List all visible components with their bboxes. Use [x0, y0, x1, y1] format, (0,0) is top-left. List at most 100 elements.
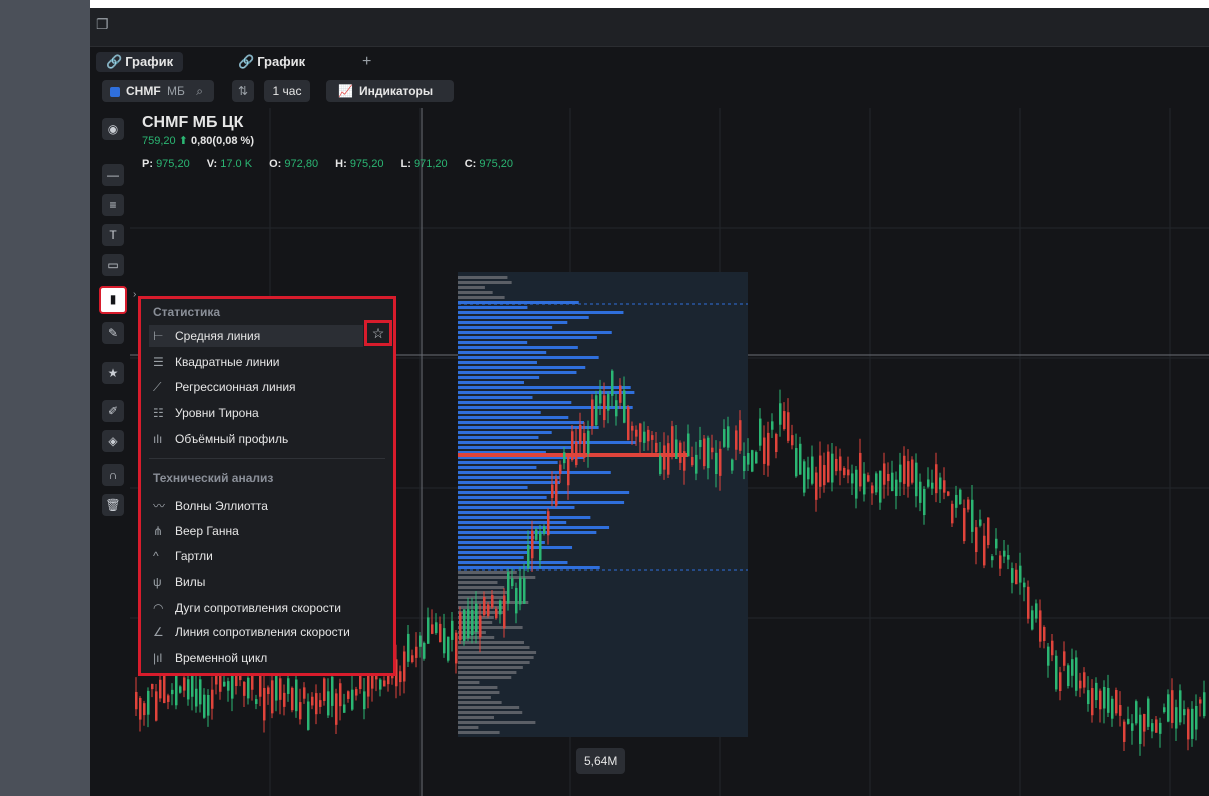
candle-body	[1183, 709, 1186, 716]
candle-body	[1179, 690, 1182, 723]
candle-body	[311, 696, 314, 706]
candle-body	[451, 620, 454, 640]
candle-body	[1111, 698, 1114, 719]
candle-body	[263, 687, 266, 721]
candle-body	[499, 600, 502, 615]
profile-bar	[458, 381, 525, 384]
candle-body	[795, 448, 798, 477]
profile-bar	[458, 431, 552, 434]
candle-body	[751, 450, 754, 472]
candle-body	[819, 455, 822, 487]
candle-body	[731, 459, 734, 471]
candle-body	[579, 424, 582, 445]
candle-body	[1027, 586, 1030, 619]
candle-body	[343, 704, 346, 713]
candle-body	[679, 442, 682, 463]
candle-body	[1007, 555, 1010, 560]
menu-item-tirone-levels[interactable]: ☷ Уровни Тирона	[149, 402, 363, 424]
statistics-tool[interactable]: ▮	[99, 286, 127, 314]
candle-body	[1051, 640, 1054, 656]
magnet-tool[interactable]: ∩	[102, 464, 124, 486]
candle-body	[895, 479, 898, 496]
candle-body	[863, 473, 866, 495]
candle-body	[163, 675, 166, 704]
favorites-tool[interactable]: ★	[102, 362, 124, 384]
candle-body	[551, 484, 554, 499]
ohlc-key: V:	[206, 158, 218, 170]
rectangle-tool[interactable]: ▭	[102, 254, 124, 276]
candle-body	[719, 448, 722, 476]
candle-body	[703, 438, 706, 467]
candle-body	[575, 441, 578, 466]
candle-body	[1091, 688, 1094, 716]
candle-body	[939, 477, 942, 490]
candle-body	[187, 679, 190, 700]
candle-body	[515, 587, 518, 614]
candle-body	[1163, 707, 1166, 713]
ohlc-key: O:	[269, 158, 282, 170]
candle-body	[1167, 694, 1170, 722]
candle-body	[1155, 719, 1158, 733]
menu-item-pitchfork[interactable]: ψ Вилы	[149, 571, 363, 593]
menu-item-elliott-waves[interactable]: 〰 Волны Эллиотта	[149, 495, 363, 517]
candle-body	[447, 636, 450, 661]
candle-body	[591, 399, 594, 427]
profile-bar	[458, 686, 498, 689]
candle-body	[147, 690, 150, 715]
candle-body	[1107, 687, 1110, 713]
cursor-tool[interactable]: ◉	[102, 118, 124, 140]
candle-body	[779, 403, 782, 425]
candle-body	[223, 681, 226, 687]
pencil-tool[interactable]: ✎	[102, 322, 124, 344]
brush-tool[interactable]: ✐	[102, 400, 124, 422]
candle-body	[1199, 699, 1202, 704]
candle-body	[351, 689, 354, 710]
menu-item-speed-resistance-arcs[interactable]: ◠ Дуги сопротивления скорости	[149, 597, 363, 619]
magnet-icon: ∩	[108, 468, 118, 482]
candle-body	[683, 451, 686, 471]
menu-item-time-cycle[interactable]: |ıl Временной цикл	[149, 647, 363, 669]
menu-item-label: Временной цикл	[175, 651, 268, 665]
candle-body	[435, 622, 438, 634]
candle-body	[983, 535, 986, 566]
ohlc-value: 975,20	[479, 158, 514, 170]
candle-body	[1055, 655, 1058, 690]
candle-body	[651, 435, 654, 440]
trash-tool[interactable]: 🗑	[102, 494, 124, 516]
menu-divider	[149, 458, 385, 459]
candle-body	[827, 451, 830, 483]
menu-item-square-lines[interactable]: ☰ Квадратные линии	[149, 351, 363, 373]
candle-body	[587, 430, 590, 454]
text-tool[interactable]: T	[102, 224, 124, 246]
layers-tool[interactable]: ◈	[102, 430, 124, 452]
candle-body	[979, 519, 982, 526]
candle-body	[1035, 603, 1038, 619]
candle-body	[875, 473, 878, 493]
waves-icon: 〰	[153, 499, 166, 513]
profile-bar	[458, 296, 505, 299]
candle-body	[1103, 686, 1106, 709]
menu-item-volume-profile[interactable]: ılı Объёмный профиль	[149, 428, 363, 450]
ohlc-value: 971,20	[413, 158, 448, 170]
candle-body	[839, 456, 842, 471]
profile-bar	[458, 306, 528, 309]
candle-body	[867, 475, 870, 482]
candle-body	[531, 530, 534, 559]
candle-body	[1139, 714, 1142, 744]
candle-body	[407, 633, 410, 662]
menu-item-label: Веер Ганна	[175, 524, 239, 538]
menu-item-average-line[interactable]: ⊢ Средняя линия	[149, 325, 363, 347]
profile-bar	[458, 491, 630, 494]
candle-body	[1015, 569, 1018, 585]
lines-tool[interactable]: ≡	[102, 194, 124, 216]
add-favorite-button[interactable]: ☆	[364, 320, 392, 346]
menu-item-gartley[interactable]: ^ Гартли	[149, 545, 363, 567]
profile-bar	[458, 331, 612, 334]
line-tool[interactable]: —	[102, 164, 124, 186]
menu-item-label: Вилы	[175, 575, 206, 589]
profile-bar	[458, 476, 561, 479]
menu-item-speed-resistance-line[interactable]: ∠ Линия сопротивления скорости	[149, 621, 363, 643]
menu-item-gann-fan[interactable]: ⋔ Веер Ганна	[149, 520, 363, 542]
candle-body	[667, 443, 670, 475]
menu-item-regression-line[interactable]: ⟋ Регрессионная линия	[149, 376, 363, 398]
